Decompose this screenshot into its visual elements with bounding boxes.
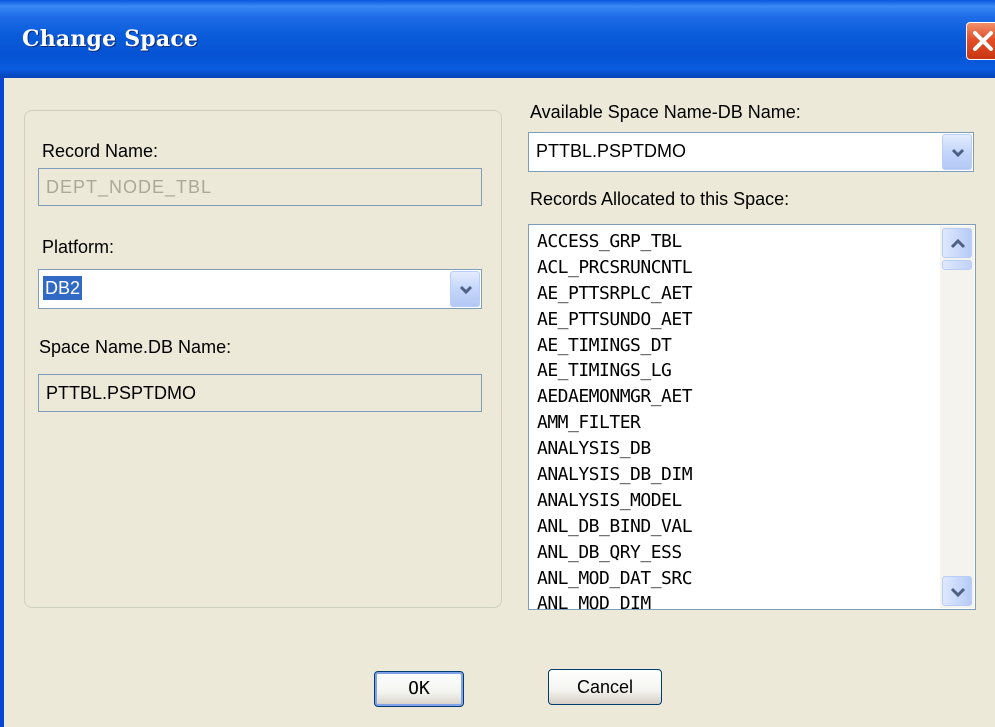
records-listbox[interactable]: ACCESS_GRP_TBL ACL_PRCSRUNCNTL AE_PTTSRP… [528, 224, 976, 610]
window-title: Change Space [22, 26, 199, 52]
record-name-label: Record Name: [42, 141, 159, 161]
close-icon [973, 31, 993, 51]
list-item[interactable]: ANL_DB_BIND_VAL [537, 514, 932, 540]
platform-select[interactable]: DB2 [38, 269, 482, 309]
list-item[interactable]: AEDAEMONMGR_AET [537, 384, 932, 410]
records-scrollbar[interactable] [940, 226, 974, 608]
available-space-value: PTTBL.PSPTDMO [536, 141, 687, 161]
list-item[interactable]: ANALYSIS_DB_DIM [537, 462, 932, 488]
chevron-down-icon [951, 148, 965, 158]
platform-dropdown-button[interactable] [450, 271, 480, 307]
record-name-field: DEPT_NODE_TBL [38, 168, 482, 206]
change-space-dialog: Change Space Record Name: DEPT_NODE_TBL … [0, 0, 995, 727]
space-name-field: PTTBL.PSPTDMO [38, 374, 482, 412]
available-space-label: Available Space Name-DB Name: [530, 102, 801, 122]
list-item[interactable]: AE_TIMINGS_LG [537, 358, 932, 384]
chevron-down-icon [950, 587, 966, 598]
list-item[interactable]: AE_TIMINGS_DT [537, 333, 932, 359]
list-item[interactable]: ANL_MOD_DIM [537, 591, 932, 609]
list-item[interactable]: ANALYSIS_MODEL [537, 488, 932, 514]
cancel-button[interactable]: Cancel [548, 669, 662, 705]
close-button[interactable] [966, 22, 995, 60]
scroll-thumb[interactable] [942, 260, 972, 270]
scroll-down-button[interactable] [942, 576, 972, 606]
scroll-up-button[interactable] [942, 228, 972, 258]
list-item[interactable]: AE_PTTSUNDO_AET [537, 307, 932, 333]
chevron-down-icon [459, 285, 473, 295]
platform-label: Platform: [42, 237, 115, 257]
list-item[interactable]: ANALYSIS_DB [537, 436, 932, 462]
list-item[interactable]: AE_PTTSRPLC_AET [537, 281, 932, 307]
platform-value: DB2 [43, 276, 83, 300]
list-item[interactable]: ANL_MOD_DAT_SRC [537, 566, 932, 592]
title-bar[interactable]: Change Space [0, 0, 995, 78]
space-name-label: Space Name.DB Name: [39, 337, 232, 357]
available-space-select[interactable]: PTTBL.PSPTDMO [528, 132, 974, 172]
list-item[interactable]: ACL_PRCSRUNCNTL [537, 255, 932, 281]
list-item[interactable]: ACCESS_GRP_TBL [537, 229, 932, 255]
ok-button[interactable]: OK [374, 671, 464, 707]
records-list: ACCESS_GRP_TBL ACL_PRCSRUNCNTL AE_PTTSRP… [537, 229, 932, 609]
chevron-up-icon [950, 238, 966, 249]
list-item[interactable]: AMM_FILTER [537, 410, 932, 436]
list-item[interactable]: ANL_DB_QRY_ESS [537, 540, 932, 566]
available-space-dropdown-button[interactable] [942, 134, 972, 170]
records-allocated-label: Records Allocated to this Space: [530, 189, 790, 209]
